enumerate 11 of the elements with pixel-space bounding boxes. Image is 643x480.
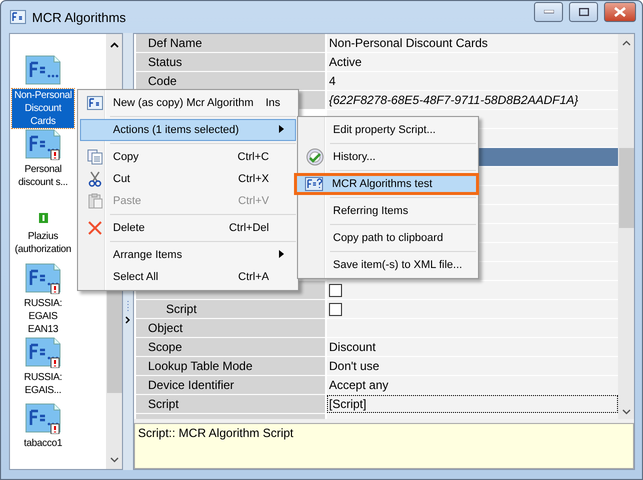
property-name: Script bbox=[136, 395, 325, 413]
property-name: Object bbox=[136, 319, 325, 337]
property-name: Scope bbox=[136, 338, 325, 356]
description-text: Script:: MCR Algorithm Script bbox=[138, 426, 294, 440]
property-name: Def Name bbox=[136, 34, 325, 52]
window-title: MCR Algorithms bbox=[32, 10, 127, 24]
property-name: Status bbox=[136, 53, 325, 71]
property-name: Code bbox=[136, 72, 325, 90]
property-name: Lookup Table Mode bbox=[136, 357, 325, 375]
property-name: Script bbox=[136, 300, 325, 318]
property-name: Device Identifier bbox=[136, 376, 325, 394]
